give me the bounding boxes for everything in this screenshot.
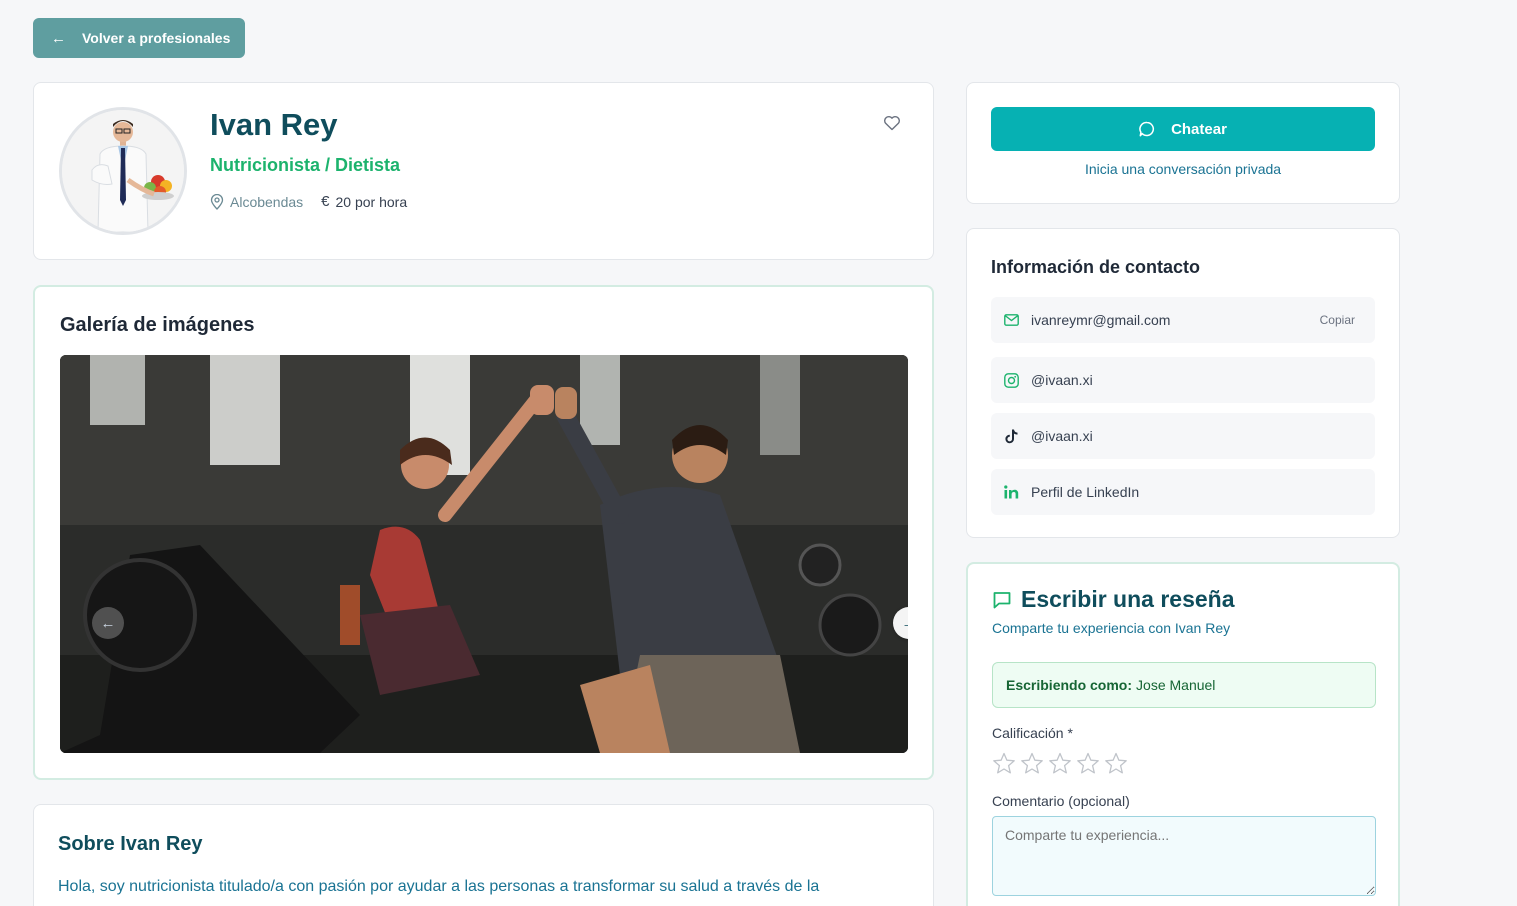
- contact-linkedin-row[interactable]: Perfil de LinkedIn: [991, 469, 1375, 515]
- contact-email-row[interactable]: ivanreymr@gmail.com Copiar: [991, 297, 1375, 343]
- contact-tiktok: @ivaan.xi: [1031, 428, 1093, 444]
- review-title-text: Escribir una reseña: [1021, 586, 1235, 612]
- star-icon[interactable]: [1104, 750, 1132, 776]
- rating-label: Calificación *: [992, 725, 1073, 741]
- location-label: Alcobendas: [230, 193, 304, 210]
- profile-card: Ivan Rey Nutricionista / Dietista Alcobe…: [33, 82, 934, 260]
- star-icon[interactable]: [992, 750, 1020, 776]
- back-button-label: Volver a profesionales: [82, 30, 231, 46]
- gallery-card: Galería de imágenes ←: [33, 285, 934, 780]
- chat-button-label: Chatear: [1171, 120, 1227, 138]
- contact-email: ivanreymr@gmail.com: [1031, 312, 1171, 328]
- review-title: Escribir una reseña: [992, 586, 1235, 613]
- about-title: Sobre Ivan Rey: [58, 833, 203, 855]
- contact-instagram: @ivaan.xi: [1031, 372, 1093, 388]
- back-to-professionals-button[interactable]: ← Volver a profesionales: [33, 18, 245, 58]
- price-label: 20 por hora: [335, 193, 408, 210]
- professional-name: Ivan Rey: [210, 107, 338, 142]
- chat-bubble-icon: [1139, 121, 1171, 137]
- about-text: Hola, soy nutricionista titulado/a con p…: [58, 878, 820, 895]
- chat-button[interactable]: Chatear: [991, 107, 1375, 151]
- chat-card: Chatear Inicia una conversación privada: [966, 82, 1400, 204]
- comment-textarea[interactable]: [992, 816, 1376, 896]
- arrow-left-icon: ←: [51, 29, 66, 47]
- gallery-image: ← →: [60, 355, 908, 753]
- contact-linkedin: Perfil de LinkedIn: [1031, 484, 1140, 500]
- writing-as-banner: Escribiendo como: Jose Manuel: [992, 662, 1376, 708]
- favorite-heart-icon[interactable]: [883, 115, 903, 135]
- copy-email-button[interactable]: Copiar: [1320, 313, 1355, 327]
- arrow-left-icon: ←: [100, 614, 116, 632]
- rating-stars[interactable]: [992, 750, 1132, 776]
- instagram-icon: [1003, 372, 1019, 388]
- euro-icon: €: [321, 193, 330, 210]
- location: Alcobendas: [210, 193, 304, 210]
- star-icon[interactable]: [1048, 750, 1076, 776]
- about-card: Sobre Ivan Rey Hola, soy nutricionista t…: [33, 804, 934, 906]
- contact-tiktok-row[interactable]: @ivaan.xi: [991, 413, 1375, 459]
- contact-title: Información de contacto: [991, 257, 1201, 277]
- writing-as-name: Jose Manuel: [1136, 677, 1216, 693]
- tiktok-icon: [1003, 428, 1019, 444]
- comment-label: Comentario (opcional): [992, 793, 1130, 809]
- review-subtitle: Comparte tu experiencia con Ivan Rey: [992, 620, 1231, 636]
- review-card: Escribir una reseña Comparte tu experien…: [966, 562, 1400, 906]
- gallery-title: Galería de imágenes: [60, 314, 255, 336]
- avatar: [59, 107, 187, 235]
- map-pin-icon: [210, 193, 224, 210]
- profile-meta: Alcobendas € 20 por hora: [210, 193, 407, 210]
- gallery-prev-button[interactable]: ←: [92, 607, 124, 639]
- contact-card: Información de contacto ivanreymr@gmail.…: [966, 228, 1400, 538]
- writing-as-label: Escribiendo como:: [1006, 677, 1133, 693]
- arrow-right-icon: →: [902, 615, 909, 632]
- professional-specialty: Nutricionista / Dietista: [210, 155, 401, 175]
- message-square-icon: [992, 590, 1021, 610]
- star-icon[interactable]: [1076, 750, 1104, 776]
- contact-instagram-row[interactable]: @ivaan.xi: [991, 357, 1375, 403]
- star-icon[interactable]: [1020, 750, 1048, 776]
- linkedin-icon: [1003, 484, 1019, 500]
- mail-icon: [1003, 312, 1019, 328]
- price: € 20 por hora: [321, 193, 407, 210]
- chat-subtitle: Inicia una conversación privada: [1084, 161, 1282, 177]
